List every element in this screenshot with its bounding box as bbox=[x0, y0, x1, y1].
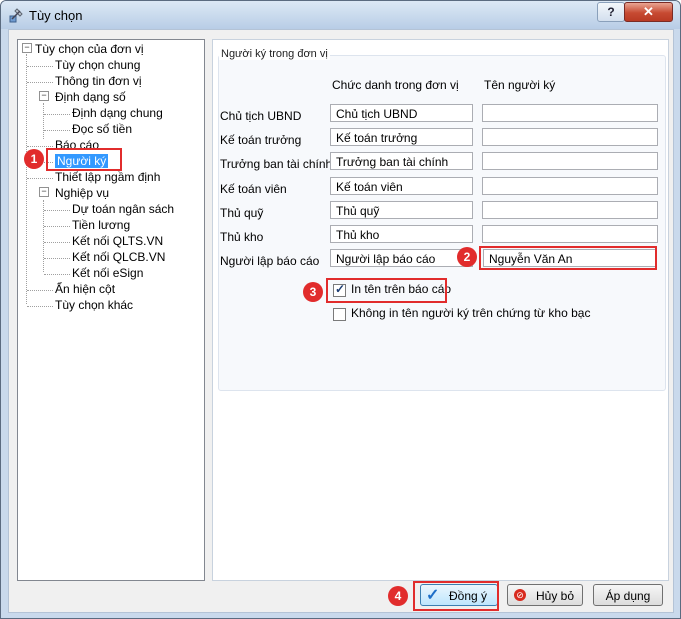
help-button[interactable]: ? bbox=[597, 2, 625, 22]
highlight-box-ok bbox=[413, 581, 499, 611]
step-badge-4: 4 bbox=[388, 586, 408, 606]
step-badge-3: 3 bbox=[303, 282, 323, 302]
row-label-cashier: Thủ quỹ bbox=[220, 206, 264, 220]
tree-item-esign[interactable]: Kết nối eSign bbox=[72, 266, 143, 280]
tree-item-salary[interactable]: Tiền lương bbox=[72, 218, 130, 232]
tree-item-number-format[interactable]: Định dạng số bbox=[55, 90, 126, 104]
tree-line bbox=[27, 146, 53, 147]
tree-item-general[interactable]: Tùy chọn chung bbox=[55, 58, 140, 72]
collapse-icon[interactable]: − bbox=[22, 43, 32, 53]
tree-line bbox=[44, 242, 70, 243]
row-label-accountant: Kế toán viên bbox=[220, 182, 287, 196]
tree-line bbox=[27, 306, 53, 307]
apply-button[interactable]: Áp dụng bbox=[593, 584, 663, 606]
name-field-finance-head[interactable] bbox=[482, 152, 658, 170]
name-field-accountant[interactable] bbox=[482, 177, 658, 195]
group-title: Người ký trong đơn vị bbox=[219, 48, 330, 60]
highlight-box-signers bbox=[46, 148, 122, 171]
tree-item-read-amount[interactable]: Đọc số tiền bbox=[72, 122, 132, 136]
tree-item-qlcb[interactable]: Kết nối QLCB.VN bbox=[72, 250, 165, 264]
close-button[interactable]: ✕ bbox=[624, 2, 673, 22]
title-bar: Tùy chọn ? ✕ bbox=[1, 1, 680, 29]
tree-line bbox=[27, 82, 53, 83]
tree-item-operations[interactable]: Nghiệp vụ bbox=[55, 186, 109, 200]
tree-line bbox=[44, 226, 70, 227]
signers-panel: Người ký trong đơn vị Chức danh trong đơ… bbox=[212, 39, 669, 581]
row-label-finance-head: Trưởng ban tài chính bbox=[220, 157, 333, 171]
cancel-icon: ⊘ bbox=[514, 589, 526, 601]
row-label-chairman: Chủ tịch UBND bbox=[220, 109, 302, 123]
tree-item-qlts[interactable]: Kết nối QLTS.VN bbox=[72, 234, 163, 248]
title-field-reporter[interactable]: Người lập báo cáo bbox=[330, 249, 473, 267]
step-badge-2: 2 bbox=[457, 247, 477, 267]
row-label-chief-accountant: Kế toán trưởng bbox=[220, 133, 302, 147]
name-field-chairman[interactable] bbox=[482, 104, 658, 122]
tree-item-general-format[interactable]: Định dạng chung bbox=[72, 106, 163, 120]
title-field-cashier[interactable]: Thủ quỹ bbox=[330, 201, 473, 219]
tree-line bbox=[44, 114, 70, 115]
tree-line bbox=[43, 103, 44, 139]
no-print-treasury-label[interactable]: Không in tên người ký trên chứng từ kho … bbox=[351, 306, 590, 320]
tree-line bbox=[27, 178, 53, 179]
collapse-icon[interactable]: − bbox=[39, 91, 49, 101]
tree-item-root[interactable]: Tùy chọn của đơn vị bbox=[35, 42, 144, 56]
no-print-treasury-checkbox[interactable] bbox=[333, 308, 346, 321]
tree-item-unit-info[interactable]: Thông tin đơn vị bbox=[55, 74, 142, 88]
row-label-storekeeper: Thủ kho bbox=[220, 230, 264, 244]
collapse-icon[interactable]: − bbox=[39, 187, 49, 197]
row-label-reporter: Người lập báo cáo bbox=[220, 254, 320, 268]
tree-item-defaults[interactable]: Thiết lập ngầm định bbox=[55, 170, 160, 184]
cancel-button-label: Hủy bỏ bbox=[536, 589, 575, 603]
tools-icon bbox=[9, 8, 23, 23]
column-header-title: Chức danh trong đơn vị bbox=[332, 78, 459, 92]
options-dialog: Tùy chọn ? ✕ − Tùy chọn của đơn vị Tùy c… bbox=[0, 0, 681, 619]
highlight-box-print bbox=[326, 278, 447, 303]
window-title: Tùy chọn bbox=[29, 8, 83, 23]
tree-line bbox=[44, 130, 70, 131]
tree-line bbox=[44, 258, 70, 259]
tree-line bbox=[27, 290, 53, 291]
dialog-body: − Tùy chọn của đơn vị Tùy chọn chung Thô… bbox=[8, 29, 674, 613]
tree-line bbox=[44, 274, 70, 275]
tree-item-budget[interactable]: Dự toán ngân sách bbox=[72, 202, 174, 216]
title-field-chief-accountant[interactable]: Kế toán trưởng bbox=[330, 128, 473, 146]
title-field-accountant[interactable]: Kế toán viên bbox=[330, 177, 473, 195]
highlight-box-name bbox=[479, 246, 657, 270]
name-field-cashier[interactable] bbox=[482, 201, 658, 219]
tree-item-columns[interactable]: Ẩn hiện cột bbox=[55, 282, 115, 296]
name-field-chief-accountant[interactable] bbox=[482, 128, 658, 146]
title-field-storekeeper[interactable]: Thủ kho bbox=[330, 225, 473, 243]
tree-item-other[interactable]: Tùy chọn khác bbox=[55, 298, 133, 312]
name-field-storekeeper[interactable] bbox=[482, 225, 658, 243]
cancel-button[interactable]: ⊘ Hủy bỏ bbox=[507, 584, 583, 606]
step-badge-1: 1 bbox=[24, 149, 44, 169]
title-field-chairman[interactable]: Chủ tịch UBND bbox=[330, 104, 473, 122]
title-field-finance-head[interactable]: Trưởng ban tài chính bbox=[330, 152, 473, 170]
tree-line bbox=[44, 210, 70, 211]
options-tree[interactable]: − Tùy chọn của đơn vị Tùy chọn chung Thô… bbox=[17, 39, 205, 581]
tree-line bbox=[27, 66, 53, 67]
tree-line bbox=[26, 54, 27, 304]
column-header-name: Tên người ký bbox=[484, 78, 556, 92]
